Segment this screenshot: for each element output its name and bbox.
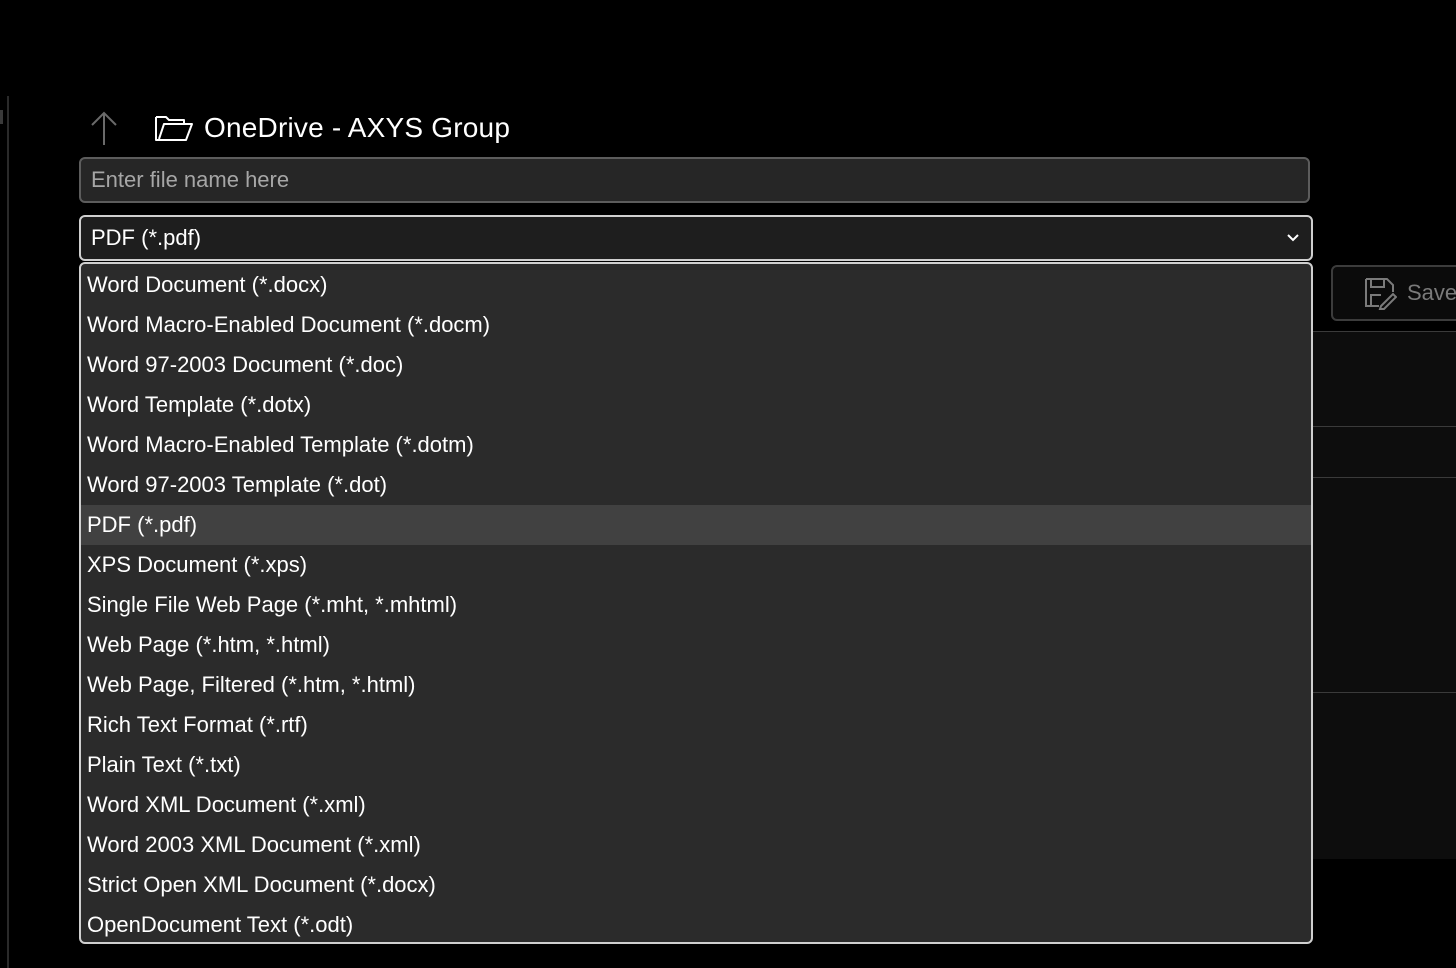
folder-open-icon: [154, 112, 194, 144]
file-name-input[interactable]: [79, 157, 1310, 203]
save-as-panel: OneDrive - AXYS Group PDF (*.pdf) Save W…: [0, 0, 1456, 968]
file-type-option[interactable]: XPS Document (*.xps): [81, 545, 1311, 585]
file-type-option[interactable]: Word 97-2003 Template (*.dot): [81, 465, 1311, 505]
right-panel-divider: [1313, 692, 1456, 693]
file-type-option[interactable]: Rich Text Format (*.rtf): [81, 705, 1311, 745]
file-type-option[interactable]: Word Template (*.dotx): [81, 385, 1311, 425]
file-type-option[interactable]: Word 2003 XML Document (*.xml): [81, 825, 1311, 865]
right-panel-background: [1313, 331, 1456, 859]
file-type-option[interactable]: OpenDocument Text (*.odt): [81, 905, 1311, 942]
file-type-selected-value: PDF (*.pdf): [91, 225, 202, 250]
file-type-option[interactable]: Word Macro-Enabled Document (*.docm): [81, 305, 1311, 345]
file-type-option[interactable]: Strict Open XML Document (*.docx): [81, 865, 1311, 905]
file-type-option[interactable]: Word XML Document (*.xml): [81, 785, 1311, 825]
save-button-label: Save: [1407, 280, 1456, 305]
right-panel-divider: [1313, 426, 1456, 427]
current-location-label[interactable]: OneDrive - AXYS Group: [204, 112, 510, 144]
file-type-dropdown-list: Word Document (*.docx) Word Macro-Enable…: [79, 262, 1313, 944]
right-panel-divider: [1313, 477, 1456, 478]
file-type-option[interactable]: Web Page (*.htm, *.html): [81, 625, 1311, 665]
file-type-option[interactable]: Word Macro-Enabled Template (*.dotm): [81, 425, 1311, 465]
file-type-option[interactable]: Word Document (*.docx): [81, 265, 1311, 305]
file-type-option[interactable]: Single File Web Page (*.mht, *.mhtml): [81, 585, 1311, 625]
file-type-option[interactable]: Plain Text (*.txt): [81, 745, 1311, 785]
file-type-option-highlighted[interactable]: PDF (*.pdf): [81, 505, 1311, 545]
left-pane-edge: [0, 110, 3, 124]
location-bar: OneDrive - AXYS Group: [82, 104, 510, 152]
file-type-option[interactable]: Word 97-2003 Document (*.doc): [81, 345, 1311, 385]
save-button[interactable]: Save: [1331, 265, 1456, 321]
file-type-select[interactable]: PDF (*.pdf): [79, 215, 1313, 261]
chevron-down-icon: [1285, 230, 1301, 246]
arrow-up-icon: [91, 111, 117, 145]
file-type-option[interactable]: Web Page, Filtered (*.htm, *.html): [81, 665, 1311, 705]
left-pane-divider: [7, 96, 9, 968]
up-folder-button[interactable]: [82, 106, 126, 150]
save-icon: [1365, 278, 1397, 310]
